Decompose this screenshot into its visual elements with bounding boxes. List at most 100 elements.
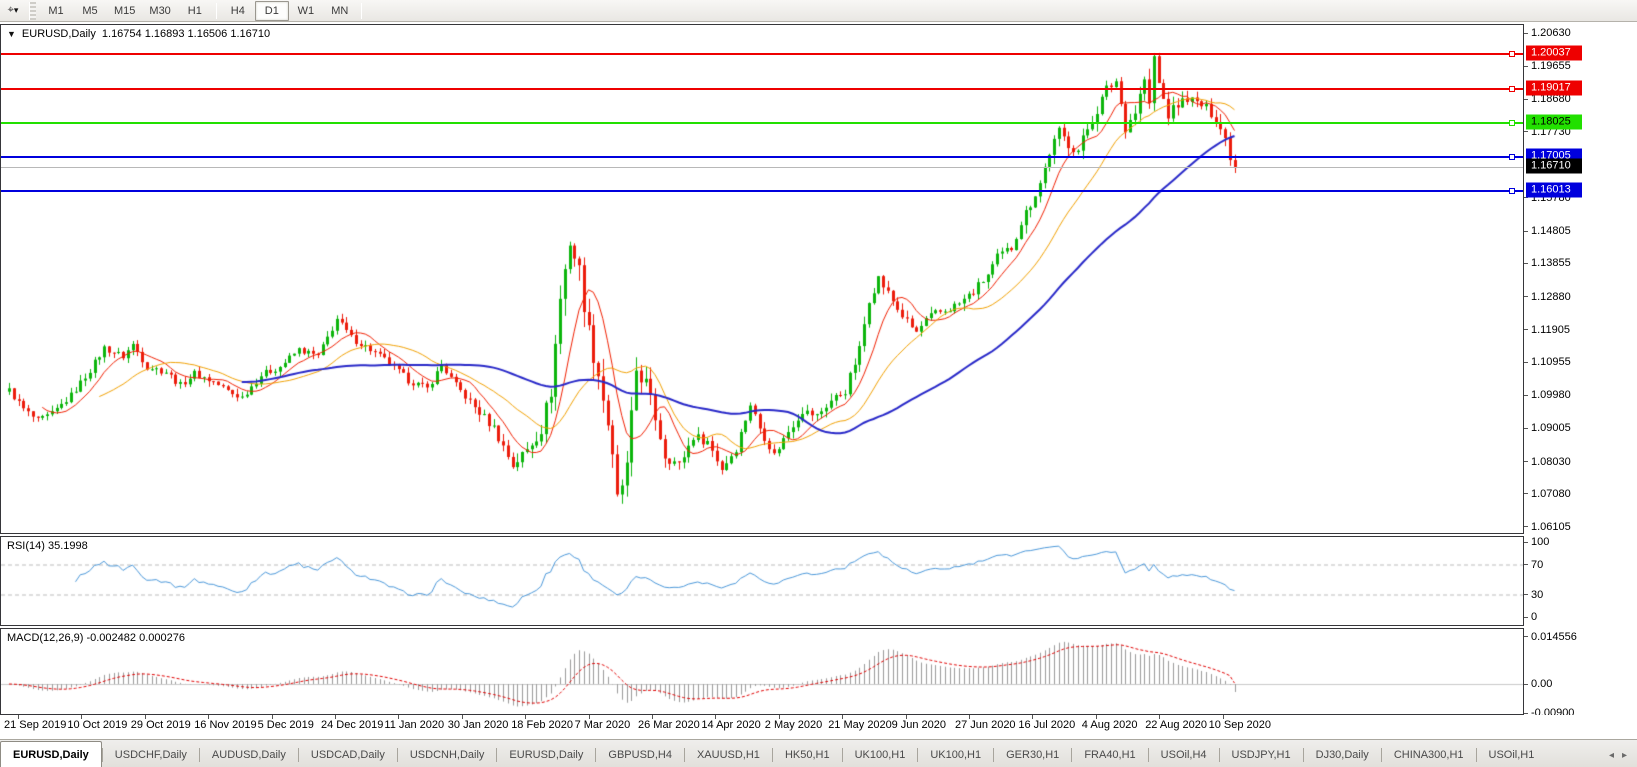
- date-label: 18 Feb 2020: [511, 719, 573, 731]
- chart-tab-dj30-daily[interactable]: DJ30,Daily: [1304, 743, 1381, 767]
- chart-tab-hk50-h1[interactable]: HK50,H1: [773, 743, 842, 767]
- line-handle-icon[interactable]: [1509, 85, 1515, 92]
- dropdown-arrow-icon[interactable]: ▾: [14, 5, 19, 16]
- price-axis-tick: 1.13855: [1524, 257, 1637, 269]
- rsi-label: RSI(14) 35.1998: [7, 540, 88, 552]
- chart-tab-usdjpy-h1[interactable]: USDJPY,H1: [1220, 743, 1303, 767]
- date-label: 9 Jun 2020: [891, 719, 947, 731]
- chart-tab-audusd-daily[interactable]: AUDUSD,Daily: [200, 743, 298, 767]
- date-label: 27 Jun 2020: [955, 719, 1016, 731]
- chart-tab-ger30-h1[interactable]: GER30,H1: [994, 743, 1071, 767]
- chart-tab-gbpusd-h4[interactable]: GBPUSD,H4: [596, 743, 684, 767]
- date-label: 10 Sep 2020: [1208, 719, 1271, 731]
- rsi-axis-tick: 30: [1524, 589, 1637, 601]
- macd-axis-tick: 0.014556: [1524, 631, 1637, 643]
- price-axis-tick: 1.14805: [1524, 225, 1637, 237]
- date-label: 24 Dec 2019: [321, 719, 384, 731]
- price-level-badge-1.16013: 1.16013: [1526, 182, 1582, 198]
- chart-tab-fra40-h1[interactable]: FRA40,H1: [1072, 743, 1147, 767]
- current-price-badge: 1.16710: [1526, 158, 1582, 174]
- rsi-axis-tick: 100: [1524, 536, 1637, 548]
- chart-ohlc-values: 1.16754 1.16893 1.16506 1.16710: [101, 28, 271, 40]
- date-label: 16 Jul 2020: [1018, 719, 1076, 731]
- rsi-chart-canvas[interactable]: [1, 537, 1523, 625]
- horizontal-level-line-1.19017[interactable]: [1, 85, 1523, 92]
- macd-indicator-panel[interactable]: MACD(12,26,9) -0.002482 0.000276: [0, 628, 1524, 715]
- timeframe-button-h1[interactable]: H1: [178, 1, 212, 21]
- chart-tab-uk100-h1[interactable]: UK100,H1: [918, 743, 993, 767]
- candlestick-chart-canvas[interactable]: [1, 25, 1523, 533]
- chart-tabs-bar: EURUSD,Daily USDCHF,Daily AUDUSD,Daily USDC…: [0, 739, 1637, 767]
- timeframe-button-d1[interactable]: D1: [254, 0, 289, 21]
- price-axis-tick: 1.11905: [1524, 324, 1637, 336]
- tab-scroll-right-icon[interactable]: ▸: [1622, 750, 1627, 761]
- chart-tab-usdcad-daily[interactable]: USDCAD,Daily: [299, 743, 397, 767]
- macd-axis[interactable]: 0.014556 0.00 -0.00900: [1524, 628, 1637, 719]
- chart-symbol-label: EURUSD,Daily: [21, 28, 96, 40]
- price-axis-tick: 1.08030: [1524, 456, 1637, 468]
- chart-tab-usoil-h4[interactable]: USOil,H4: [1149, 743, 1219, 767]
- horizontal-level-line-1.20037[interactable]: [1, 51, 1523, 58]
- price-axis-tick: 1.06105: [1524, 521, 1637, 533]
- price-axis-tick: 1.07080: [1524, 488, 1637, 500]
- macd-label: MACD(12,26,9) -0.002482 0.000276: [7, 632, 185, 644]
- chart-title: ▼ EURUSD,Daily 1.16754 1.16893 1.16506 1…: [7, 28, 270, 40]
- collapse-chart-icon[interactable]: ▼: [7, 29, 16, 39]
- toolbar-grip-handle[interactable]: [29, 1, 36, 20]
- rsi-axis-tick: 0: [1524, 611, 1637, 623]
- rsi-axis-tick: 70: [1524, 559, 1637, 571]
- date-label: 2 May 2020: [764, 719, 823, 731]
- date-label: 14 Apr 2020: [701, 719, 761, 731]
- date-label: 10 Oct 2019: [67, 719, 128, 731]
- date-label: 30 Jan 2020: [447, 719, 509, 731]
- toolbar-separator: [215, 2, 217, 19]
- date-label: 21 Sep 2019: [4, 719, 67, 731]
- chart-tab-xauusd-h1[interactable]: XAUUSD,H1: [685, 743, 772, 767]
- price-axis-tick: 1.09980: [1524, 389, 1637, 401]
- price-level-badge-1.20037: 1.20037: [1526, 45, 1582, 61]
- horizontal-level-line-1.18025[interactable]: [1, 119, 1523, 126]
- date-label: 4 Aug 2020: [1081, 719, 1138, 731]
- timeframe-button-m15[interactable]: M15: [107, 1, 142, 21]
- line-handle-icon[interactable]: [1509, 154, 1515, 161]
- date-label: 11 Jan 2020: [384, 719, 445, 731]
- line-handle-icon[interactable]: [1509, 51, 1515, 58]
- date-label: 22 Aug 2020: [1145, 719, 1207, 731]
- chart-tab-china300-h1[interactable]: CHINA300,H1: [1382, 743, 1476, 767]
- date-axis[interactable]: 21 Sep 2019 10 Oct 2019 29 Oct 2019 16 Nov …: [0, 715, 1637, 739]
- date-label: 29 Oct 2019: [130, 719, 191, 731]
- chart-tab-usoil-h1[interactable]: USOil,H1: [1477, 743, 1547, 767]
- date-label: 26 Mar 2020: [638, 719, 700, 731]
- price-level-badge-1.19017: 1.19017: [1526, 80, 1582, 96]
- macd-chart-canvas[interactable]: [1, 629, 1523, 714]
- line-handle-icon[interactable]: [1509, 119, 1515, 126]
- tab-scroll-left-icon[interactable]: ◂: [1609, 750, 1614, 761]
- price-axis-tick: 1.19655: [1524, 60, 1637, 72]
- chart-tab-eurusd-daily[interactable]: EURUSD,Daily: [497, 743, 595, 767]
- horizontal-level-line-1.17005[interactable]: [1, 154, 1523, 161]
- timeframe-button-m5[interactable]: M5: [73, 1, 107, 21]
- chart-tab-usdchf-daily[interactable]: USDCHF,Daily: [103, 743, 199, 767]
- timeframe-button-mn[interactable]: MN: [323, 1, 357, 21]
- rsi-axis[interactable]: 100 70 30 0: [1524, 536, 1637, 626]
- timeframe-button-m1[interactable]: M1: [39, 1, 73, 21]
- price-chart-panel[interactable]: ▼ EURUSD,Daily 1.16754 1.16893 1.16506 1…: [0, 24, 1524, 534]
- timeframe-button-h4[interactable]: H4: [221, 1, 255, 21]
- horizontal-level-line-1.16013[interactable]: [1, 188, 1523, 194]
- price-axis-tick: 1.12880: [1524, 291, 1637, 303]
- trading-platform-window: ⌖ ▾ M1 M5 M15 M30 H1 H4 D1 W1 MN ▼ EURUSD,Daily 1…: [0, 0, 1637, 767]
- chart-tab-uk100-h1[interactable]: UK100,H1: [843, 743, 918, 767]
- rsi-indicator-panel[interactable]: RSI(14) 35.1998: [0, 536, 1524, 626]
- timeframe-button-w1[interactable]: W1: [289, 1, 323, 21]
- line-handle-icon[interactable]: [1509, 188, 1515, 194]
- date-label: 16 Nov 2019: [194, 719, 257, 731]
- macd-axis-tick: 0.00: [1524, 678, 1637, 690]
- price-axis[interactable]: 1.20630 1.19655 1.18680 1.17730 1.15780 1.148…: [1524, 24, 1637, 536]
- price-axis-tick: 1.10955: [1524, 356, 1637, 368]
- chart-tab-eurusd-daily[interactable]: EURUSD,Daily: [0, 741, 102, 767]
- date-label: 21 May 2020: [828, 719, 892, 731]
- chart-cursor-icon[interactable]: ⌖ ▾: [0, 1, 26, 21]
- date-label: 7 Mar 2020: [574, 719, 631, 731]
- timeframe-button-m30[interactable]: M30: [142, 1, 177, 21]
- chart-tab-usdcnh-daily[interactable]: USDCNH,Daily: [398, 743, 497, 767]
